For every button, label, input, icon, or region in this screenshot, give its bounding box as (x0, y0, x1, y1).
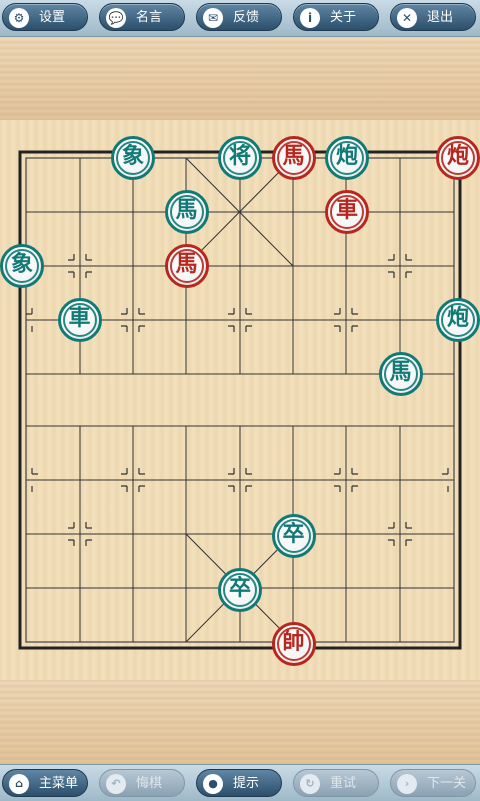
quotes-button[interactable]: 💬 名言 (99, 3, 185, 31)
piece-green-elephant-left[interactable]: 象 (0, 244, 44, 288)
about-button[interactable]: i 关于 (293, 3, 379, 31)
feedback-button[interactable]: ✉ 反馈 (196, 3, 282, 31)
hint-label: 提示 (233, 776, 260, 791)
piece-label: 車 (68, 306, 91, 331)
piece-red-horse-top[interactable]: 馬 (271, 136, 316, 180)
piece-label: 象 (10, 252, 33, 277)
piece-green-horse-upper[interactable]: 馬 (164, 190, 209, 234)
piece-label: 卒 (228, 576, 251, 601)
undo-icon: ↶ (106, 774, 126, 794)
info-icon: i (300, 8, 320, 28)
mail-icon: ✉ (203, 8, 223, 28)
piece-label: 炮 (446, 144, 469, 169)
piece-green-cannon-top[interactable]: 炮 (325, 136, 369, 180)
exit-label: 退出 (427, 10, 454, 25)
piece-red-cannon[interactable]: 炮 (436, 136, 480, 180)
piece-label: 炮 (446, 306, 469, 331)
about-label: 关于 (330, 10, 357, 25)
retry-label: 重试 (330, 776, 357, 791)
refresh-icon: ↻ (300, 774, 320, 794)
retry-button[interactable]: ↻ 重试 (293, 769, 379, 797)
gear-icon: ⚙ (9, 8, 29, 28)
piece-label: 馬 (175, 252, 198, 277)
undo-button[interactable]: ↶ 悔棋 (99, 769, 185, 797)
undo-label: 悔棋 (136, 776, 163, 791)
top-toolbar: ⚙ 设置 💬 名言 ✉ 反馈 i 关于 ✕ 退出 (0, 0, 480, 37)
main-menu-button[interactable]: ⌂ 主菜单 (2, 769, 88, 797)
next-level-button[interactable]: › 下一关 (390, 769, 476, 797)
feedback-label: 反馈 (233, 10, 260, 25)
lightbulb-icon: ● (203, 774, 223, 794)
piece-label: 馬 (175, 198, 198, 223)
quotes-label: 名言 (136, 10, 163, 25)
wood-panel-top (0, 37, 480, 120)
piece-green-elephant-top[interactable]: 象 (111, 136, 155, 180)
piece-label: 炮 (335, 144, 358, 169)
piece-red-marshal[interactable]: 帥 (271, 622, 316, 666)
piece-label: 帥 (282, 630, 305, 655)
home-icon: ⌂ (9, 774, 29, 794)
exit-button[interactable]: ✕ 退出 (390, 3, 476, 31)
close-icon: ✕ (397, 8, 417, 28)
wood-panel-bottom (0, 680, 480, 764)
settings-label: 设置 (39, 10, 66, 25)
piece-label: 象 (121, 144, 144, 169)
main-menu-label: 主菜单 (39, 776, 79, 791)
piece-green-soldier-lower[interactable]: 卒 (218, 568, 262, 612)
next-icon: › (397, 774, 417, 794)
piece-label: 将 (228, 144, 251, 169)
piece-green-soldier-upper[interactable]: 卒 (271, 514, 316, 558)
speech-bubble-icon: 💬 (106, 8, 126, 28)
piece-label: 車 (335, 198, 358, 223)
piece-red-chariot[interactable]: 車 (325, 190, 369, 234)
piece-green-chariot[interactable]: 車 (57, 298, 102, 342)
settings-button[interactable]: ⚙ 设置 (2, 3, 88, 31)
piece-green-horse-right[interactable]: 馬 (378, 352, 423, 396)
bottom-toolbar: ⌂ 主菜单 ↶ 悔棋 ● 提示 ↻ 重试 › 下一关 (0, 764, 480, 801)
next-label: 下一关 (427, 776, 467, 791)
hint-button[interactable]: ● 提示 (196, 769, 282, 797)
piece-label: 卒 (282, 522, 305, 547)
piece-green-cannon-right[interactable]: 炮 (436, 298, 480, 342)
piece-red-horse-mid[interactable]: 馬 (164, 244, 209, 288)
piece-label: 馬 (282, 144, 305, 169)
xiangqi-board[interactable]: 象将馬炮炮馬車象馬車炮馬卒卒帥 (0, 120, 480, 680)
piece-green-general[interactable]: 将 (218, 136, 262, 180)
piece-label: 馬 (389, 360, 412, 385)
